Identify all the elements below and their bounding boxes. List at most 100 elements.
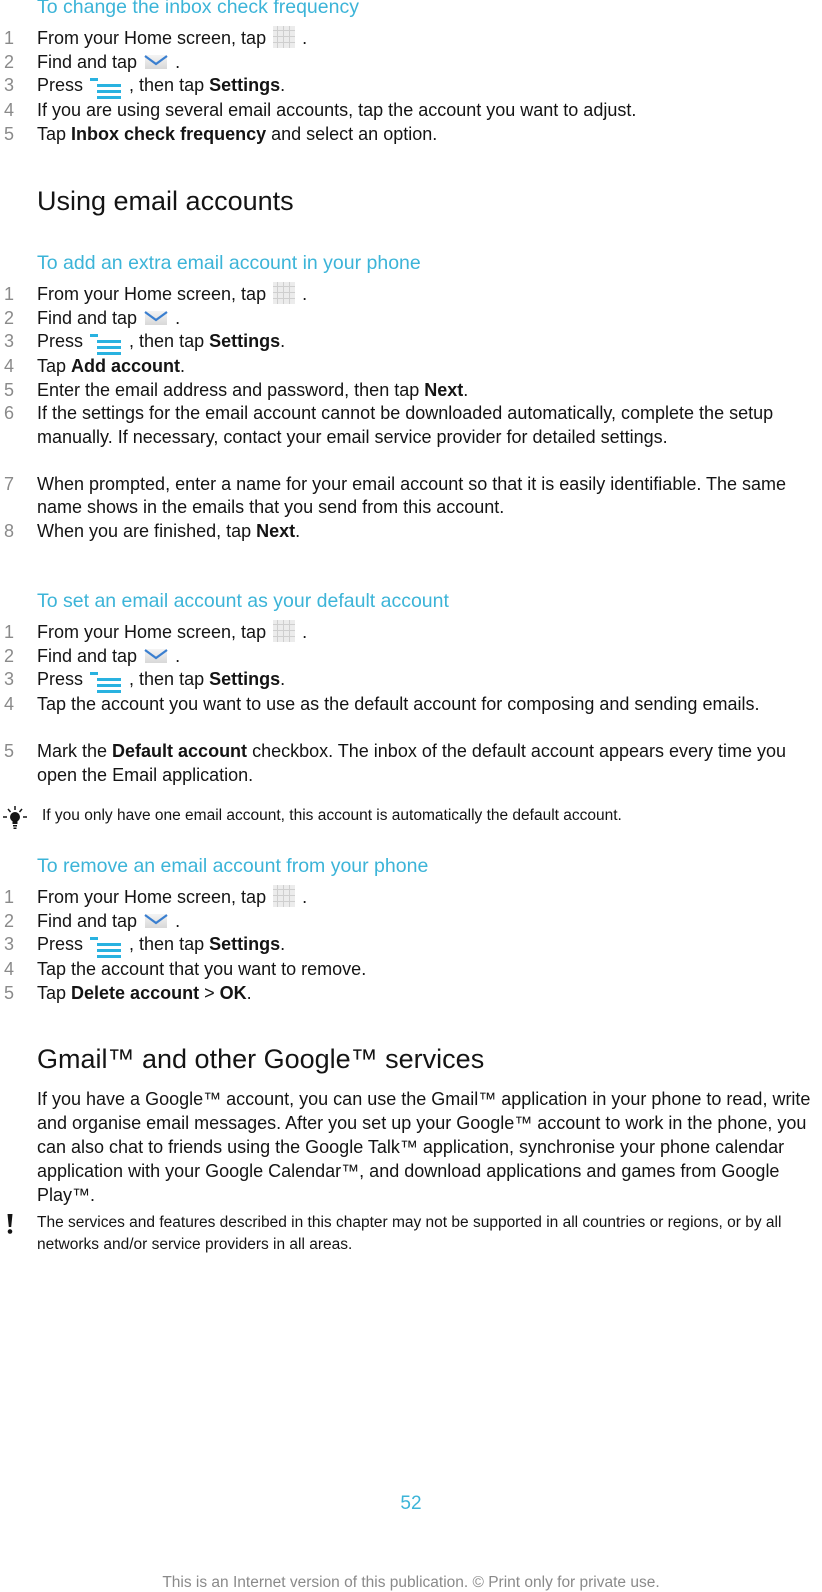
step-text-part: , then tap xyxy=(129,934,210,954)
ui-term: Settings xyxy=(209,934,281,954)
apps-grid-icon xyxy=(273,885,296,908)
step-text-part: . xyxy=(246,982,252,1003)
email-icon xyxy=(144,309,168,325)
step-text-part: From your Home screen, tap xyxy=(37,887,272,907)
step-text-part: > xyxy=(199,982,220,1003)
tip-lightbulb-icon xyxy=(0,804,30,832)
step-text: Find and tap . xyxy=(37,910,797,934)
step-number: 2 xyxy=(4,51,15,72)
step-text-part: Find and tap xyxy=(37,645,143,666)
subheading-inbox-frequency: To change the inbox check frequency xyxy=(37,0,359,18)
step-text-part: , then tap xyxy=(129,331,210,351)
step-text-part: Mark the xyxy=(37,741,113,761)
step-text: From your Home screen, tap . xyxy=(37,885,797,910)
menu-icon xyxy=(89,76,123,100)
heading-using-email-accounts: Using email accounts xyxy=(37,186,294,216)
step-text-part: Press xyxy=(37,934,89,954)
heading-gmail-services: Gmail™ and other Google™ services xyxy=(37,1044,485,1074)
step-number: 2 xyxy=(4,645,15,666)
step-text-part: Find and tap xyxy=(37,307,143,328)
step-number: 5 xyxy=(4,741,15,761)
step-text-part: Tap xyxy=(37,356,72,376)
subheading-remove-account: To remove an email account from your pho… xyxy=(37,855,429,877)
step-text: Press , then tap Settings. xyxy=(37,933,797,959)
step-number: 7 xyxy=(4,473,15,494)
menu-icon xyxy=(89,332,123,356)
step-text: When prompted, enter a name for your ema… xyxy=(37,473,797,520)
step-text-part: and select an option. xyxy=(266,123,438,144)
step-number: 1 xyxy=(4,284,15,304)
step-text-part: Tap the account you want to use as the d… xyxy=(37,694,760,714)
step-number: 8 xyxy=(4,520,15,541)
step-number: 1 xyxy=(4,622,15,642)
step-text-part: . xyxy=(180,356,186,376)
step-text-part: If the settings for the email account ca… xyxy=(37,403,774,447)
step-text-part: . xyxy=(175,307,181,328)
apps-grid-icon xyxy=(273,620,296,643)
footer-notice: This is an Internet version of this publ… xyxy=(162,1574,660,1591)
step-number: 4 xyxy=(4,100,15,120)
step-text: Find and tap . xyxy=(37,307,797,331)
step-text-part: Tap the account that you want to remove. xyxy=(37,959,367,979)
step-text: Press , then tap Settings. xyxy=(37,330,797,356)
step-text-part: , then tap xyxy=(129,75,210,95)
step-text-part: . xyxy=(302,887,308,907)
step-number: 3 xyxy=(4,331,15,351)
step-text-part: Press xyxy=(37,331,89,351)
step-text-part: . xyxy=(280,75,286,95)
step-number: 4 xyxy=(4,694,15,714)
subheading-add-account: To add an extra email account in your ph… xyxy=(37,252,421,274)
step-text: From your Home screen, tap . xyxy=(37,282,797,307)
step-text: Tap the account you want to use as the d… xyxy=(37,693,797,717)
step-text: Tap Delete account > OK. xyxy=(37,982,797,1006)
step-text: Enter the email address and password, th… xyxy=(37,379,797,403)
step-text-part: Enter the email address and password, th… xyxy=(37,379,425,400)
step-text-part: . xyxy=(175,910,181,931)
ui-term: Next xyxy=(256,520,296,541)
step-number: 1 xyxy=(4,28,15,48)
ui-term: Delete account xyxy=(71,982,200,1003)
warning-text: The services and features described in t… xyxy=(37,1214,782,1253)
step-text-part: When you are finished, tap xyxy=(37,520,257,541)
step-text-part: , then tap xyxy=(129,669,210,689)
ui-term: Settings xyxy=(209,75,281,95)
ui-term: Settings xyxy=(209,669,281,689)
step-text-part: Find and tap xyxy=(37,51,143,72)
step-text: From your Home screen, tap . xyxy=(37,620,797,645)
step-text: Mark the Default account checkbox. The i… xyxy=(37,740,797,787)
step-text: If the settings for the email account ca… xyxy=(37,402,797,449)
step-number: 3 xyxy=(4,669,15,689)
step-number: 4 xyxy=(4,356,15,376)
step-text-part: Find and tap xyxy=(37,910,143,931)
step-text-part: Tap xyxy=(37,123,72,144)
step-number: 1 xyxy=(4,887,15,907)
ui-term: Default account xyxy=(112,741,248,761)
step-number: 5 xyxy=(4,123,15,144)
ui-term: Next xyxy=(424,379,464,400)
tip-text: If you only have one email account, this… xyxy=(42,807,622,824)
step-number: 5 xyxy=(4,982,15,1003)
step-text-part: From your Home screen, tap xyxy=(37,622,272,642)
step-text-part: . xyxy=(175,645,181,666)
step-text-part: From your Home screen, tap xyxy=(37,28,272,48)
subheading-default-account: To set an email account as your default … xyxy=(37,590,449,612)
step-text: Tap the account that you want to remove. xyxy=(37,958,797,982)
step-text: If you are using several email accounts,… xyxy=(37,99,797,123)
step-number: 2 xyxy=(4,307,15,328)
menu-icon xyxy=(89,670,123,694)
step-text: Press , then tap Settings. xyxy=(37,74,797,100)
step-number: 2 xyxy=(4,910,15,931)
apps-grid-icon xyxy=(273,282,296,305)
step-text: Find and tap . xyxy=(37,51,797,75)
warning-exclamation-icon xyxy=(4,1212,16,1238)
ui-term: Add account xyxy=(71,356,181,376)
step-text: Tap Inbox check frequency and select an … xyxy=(37,123,797,147)
step-text-part: Press xyxy=(37,75,89,95)
step-text-part: Tap xyxy=(37,982,72,1003)
page-number: 52 xyxy=(400,1493,422,1514)
step-text-part: . xyxy=(175,51,181,72)
step-text-part: . xyxy=(280,669,286,689)
step-text: When you are finished, tap Next. xyxy=(37,520,797,544)
step-number: 5 xyxy=(4,379,15,400)
step-text-part: . xyxy=(280,934,286,954)
